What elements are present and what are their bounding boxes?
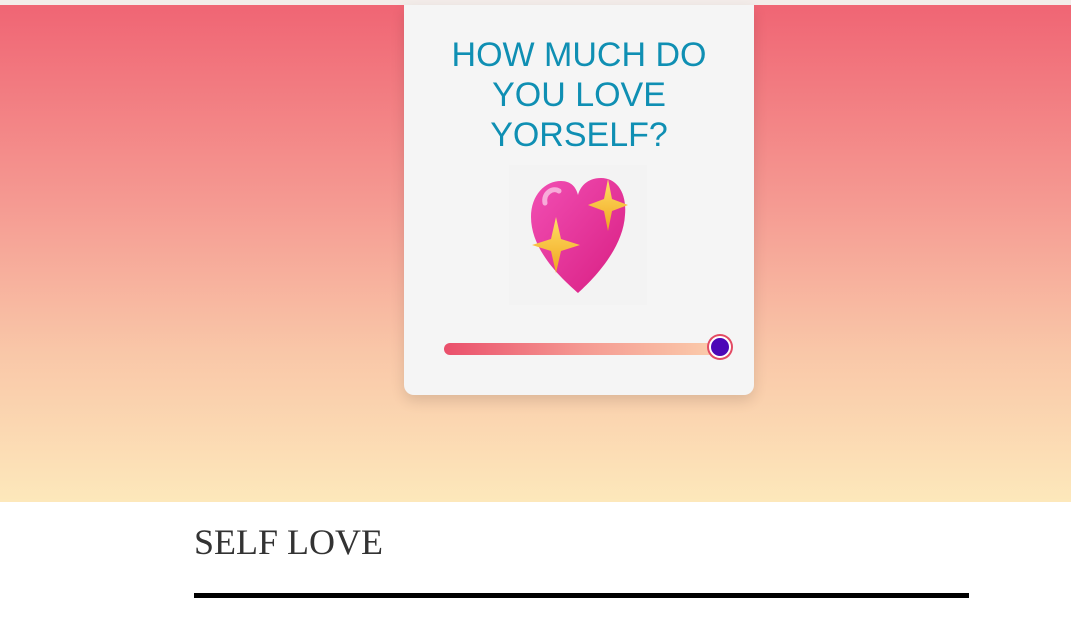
- emoji-display: [509, 165, 647, 305]
- love-card: HOW MUCH DO YOU LOVE YORSELF?: [404, 5, 754, 395]
- section-divider: [194, 593, 969, 598]
- love-slider-track[interactable]: [444, 336, 731, 358]
- section-title: SELF LOVE: [194, 522, 383, 562]
- love-slider-thumb[interactable]: [709, 336, 731, 358]
- sparkling-heart-icon: [531, 178, 628, 293]
- card-title: HOW MUCH DO YOU LOVE YORSELF?: [451, 36, 707, 154]
